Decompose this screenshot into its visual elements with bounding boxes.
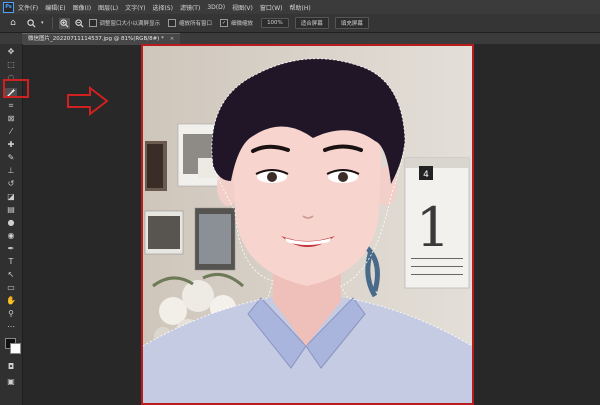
- scrubby-zoom-checkbox[interactable]: ✓ 细微缩放: [220, 19, 253, 27]
- zoom-icon[interactable]: ⚲: [5, 309, 17, 319]
- frame-icon[interactable]: ⊠: [5, 114, 17, 124]
- menu-edit[interactable]: 编辑(E): [45, 3, 65, 12]
- zoom-percentage-field[interactable]: 100%: [261, 18, 289, 28]
- menu-type[interactable]: 文字(Y): [125, 3, 145, 12]
- document-canvas[interactable]: 4 1: [141, 44, 474, 405]
- scrubby-zoom-label: 细微缩放: [231, 21, 254, 27]
- menu-filter[interactable]: 滤镜(T): [180, 3, 200, 12]
- healing-brush-icon[interactable]: ✚: [5, 140, 17, 150]
- checkmark-icon: ✓: [220, 19, 229, 27]
- menu-bar: Ps 文件(F) 编辑(E) 图像(I) 图层(L) 文字(Y) 选择(S) 滤…: [0, 0, 600, 14]
- history-brush-icon[interactable]: ↺: [5, 179, 17, 189]
- zoom-tool-icon[interactable]: [26, 18, 37, 29]
- photo-image: 4 1: [143, 46, 472, 403]
- menu-image[interactable]: 图像(I): [73, 3, 91, 12]
- type-icon[interactable]: T: [5, 257, 17, 267]
- menu-help[interactable]: 帮助(H): [290, 3, 311, 12]
- screen-mode-icon[interactable]: ▣: [5, 377, 17, 387]
- fill-screen-button[interactable]: 填充屏幕: [334, 17, 369, 29]
- dodge-icon[interactable]: ◉: [5, 231, 17, 241]
- clone-stamp-icon[interactable]: ⊥: [5, 166, 17, 176]
- tools-panel: ✥ ⬚ ◌ ⌗ ⊠ ⁄ ✚ ✎ ⊥ ↺ ◪ ▤ ● ◉ ✒ T ↖ ▭ ✋ ⚲ …: [0, 44, 23, 405]
- menu-window[interactable]: 窗口(W): [260, 3, 283, 12]
- checkbox-icon: [168, 19, 177, 27]
- hand-icon[interactable]: ✋: [5, 296, 17, 306]
- eyedropper-icon[interactable]: ⁄: [5, 127, 17, 137]
- marquee-icon[interactable]: ⬚: [5, 60, 17, 70]
- checkbox-icon: [88, 19, 97, 27]
- zoom-out-icon[interactable]: [74, 18, 85, 29]
- path-selection-icon[interactable]: ↖: [5, 270, 17, 280]
- crop-icon[interactable]: ⌗: [5, 101, 17, 111]
- fit-screen-button[interactable]: 适合屏幕: [294, 17, 329, 29]
- shape-icon[interactable]: ▭: [5, 283, 17, 293]
- menu-layer[interactable]: 图层(L): [98, 3, 118, 12]
- brush-icon[interactable]: ✎: [5, 153, 17, 163]
- close-icon[interactable]: ×: [170, 36, 175, 42]
- menu-view[interactable]: 视图(V): [232, 3, 253, 12]
- chevron-down-icon[interactable]: ▾: [41, 20, 44, 26]
- zoom-in-icon[interactable]: [58, 17, 70, 29]
- quick-mask-icon[interactable]: ◘: [5, 362, 17, 372]
- more-tools-icon[interactable]: ⋯: [5, 322, 17, 332]
- pen-icon[interactable]: ✒: [5, 244, 17, 254]
- resize-windows-label: 调整窗口大小以满屏显示: [99, 21, 161, 27]
- home-icon[interactable]: ⌂: [6, 16, 20, 30]
- eraser-icon[interactable]: ◪: [5, 192, 17, 202]
- blur-icon[interactable]: ●: [5, 218, 17, 228]
- resize-windows-checkbox[interactable]: 调整窗口大小以满屏显示: [88, 19, 161, 27]
- gradient-icon[interactable]: ▤: [5, 205, 17, 215]
- zoom-all-label: 缩放所有窗口: [179, 21, 213, 27]
- wall-calendar: 4 1: [404, 157, 470, 289]
- photoshop-logo: Ps: [3, 1, 14, 13]
- move-icon[interactable]: ✥: [5, 47, 17, 57]
- menu-select[interactable]: 选择(S): [152, 3, 173, 12]
- menu-3d[interactable]: 3D(D): [207, 4, 225, 11]
- calendar-day: 1: [416, 196, 450, 259]
- calendar-month: 4: [423, 170, 429, 180]
- arrow-icon: [67, 86, 109, 116]
- document-tab-title: 微信图片_20220711114537.jpg @ 81%(RGB/8#) *: [28, 36, 164, 42]
- tool-highlight-box: [3, 79, 29, 98]
- document-tab-bar: 微信图片_20220711114537.jpg @ 81%(RGB/8#) * …: [0, 33, 600, 45]
- menu-file[interactable]: 文件(F): [18, 3, 38, 12]
- background-color-swatch[interactable]: [10, 343, 21, 354]
- options-bar: ⌂ ▾ 调整窗口大小以满屏显示 缩放所有窗口 ✓ 细微缩放 100% 适合屏幕 …: [0, 14, 600, 33]
- zoom-all-windows-checkbox[interactable]: 缩放所有窗口: [168, 19, 212, 27]
- divider: [51, 17, 53, 29]
